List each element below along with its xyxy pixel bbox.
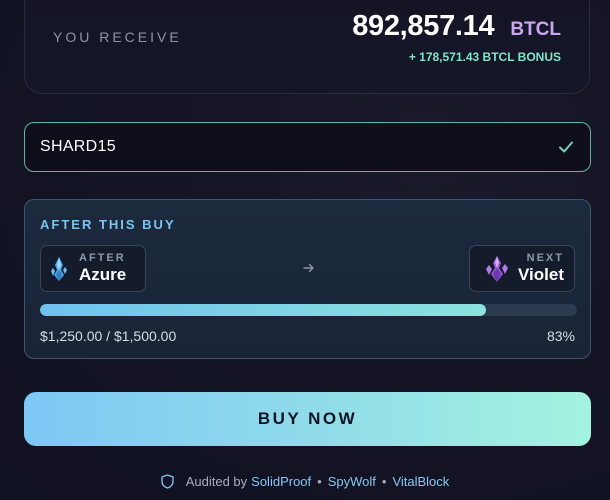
next-tier-text: NEXT Violet [518,252,564,285]
progress-fill [40,304,486,316]
current-tier-kicker: AFTER [79,252,126,264]
azure-crystal-icon [51,256,67,281]
progress-track [40,304,577,316]
bonus-text: + 178,571.43 BTCL BONUS [408,50,561,64]
receive-amount-row: 892,857.14 BTCL [352,10,561,43]
auditor-link-vitalblock[interactable]: VitalBlock [392,474,449,489]
progress-amount: $1,250.00 / $1,500.00 [40,328,177,344]
audit-separator: • [381,474,387,489]
shield-icon [161,474,174,489]
violet-crystal-icon [486,255,509,282]
next-tier-kicker: NEXT [526,252,564,264]
next-tier-box: NEXT Violet [469,245,575,292]
promo-code-input[interactable] [40,138,557,156]
audit-separator: • [317,474,322,489]
check-icon [559,141,573,153]
auditor-link-spywolf[interactable]: SpyWolf [328,474,376,489]
tier-progress-title: AFTER THIS BUY [40,217,176,232]
current-tier-text: AFTER Azure [79,252,126,285]
current-tier-box: AFTER Azure [40,245,146,292]
buy-now-button[interactable]: BUY NOW [24,392,591,446]
receive-amount: 892,857.14 [352,10,495,42]
receive-ticker: BTCL [510,19,561,40]
tier-progress-card: AFTER THIS BUY AFTER Azure NEXT Violet $… [24,199,591,359]
receive-card: YOU RECEIVE 892,857.14 BTCL + 178,571.43… [24,0,590,94]
promo-code-field[interactable] [24,122,591,172]
arrow-right-icon [303,263,314,273]
current-tier-name: Azure [79,265,127,284]
receive-label: YOU RECEIVE [53,29,182,45]
progress-percent: 83% [546,328,575,344]
audit-prefix: Audited by [185,474,248,489]
auditor-link-solidproof[interactable]: SolidProof [251,474,311,489]
audit-line: Audited by SolidProof • SpyWolf • VitalB… [0,474,610,489]
next-tier-name: Violet [518,265,564,284]
